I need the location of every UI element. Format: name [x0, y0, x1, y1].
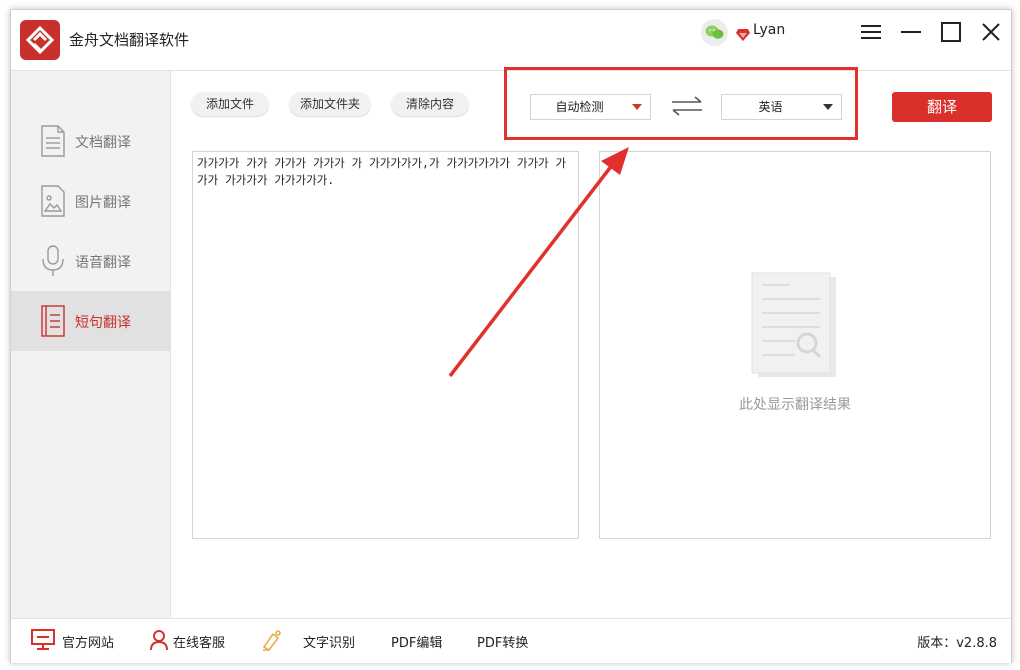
monitor-icon [31, 629, 55, 655]
translate-button[interactable]: 翻译 [892, 92, 992, 122]
footer-bar: 官方网站 在线客服 文字识别 PDF编辑 PDF转换 版本：v2.8.8 [11, 618, 1011, 663]
sidebar-item-label: 图片翻译 [75, 195, 131, 211]
short-text-icon [39, 305, 67, 337]
app-window: 金舟文档翻译软件 Lyan 文档翻译 图片翻译 语音翻译 短句翻译 添加文件 添… [10, 9, 1012, 663]
sidebar-item-voice[interactable]: 语音翻译 [11, 231, 170, 291]
source-text-input[interactable]: 가가가가 가가 가가가 가가가 가 가가가가가,가 가가가가가가 가가가 가가가… [192, 151, 579, 539]
sidebar-item-short-sentence[interactable]: 短句翻译 [11, 291, 170, 351]
source-text: 가가가가 가가 가가가 가가가 가 가가가가가,가 가가가가가가 가가가 가가가… [197, 156, 567, 187]
sidebar-item-document[interactable]: 文档翻译 [11, 111, 170, 171]
sidebar-item-label: 文档翻译 [75, 135, 131, 151]
title-bar: 金舟文档翻译软件 Lyan [11, 10, 1011, 71]
sidebar-item-label: 短句翻译 [75, 315, 131, 331]
ocr-icon [261, 629, 283, 655]
empty-result-document-icon [750, 271, 840, 385]
maximize-icon[interactable] [939, 20, 963, 44]
add-file-button[interactable]: 添加文件 [191, 92, 269, 116]
pdf-edit-link[interactable]: PDF编辑 [391, 632, 442, 651]
add-folder-button[interactable]: 添加文件夹 [289, 92, 371, 116]
result-placeholder: 此处显示翻译结果 [739, 397, 851, 413]
microphone-icon [39, 245, 67, 277]
result-panel: 此处显示翻译结果 [599, 151, 991, 539]
minimize-icon[interactable] [899, 20, 923, 44]
sidebar-item-label: 语音翻译 [75, 255, 131, 271]
username[interactable]: Lyan [753, 22, 785, 38]
close-icon[interactable] [979, 20, 1003, 44]
annotation-highlight-box [504, 67, 858, 140]
image-icon [39, 185, 67, 217]
version-label: 版本：v2.8.8 [917, 636, 997, 651]
sidebar: 文档翻译 图片翻译 语音翻译 短句翻译 [11, 71, 171, 618]
wechat-icon[interactable] [701, 19, 728, 46]
vip-gem-icon [736, 26, 750, 45]
official-site-link[interactable]: 官方网站 [62, 632, 114, 651]
pdf-convert-link[interactable]: PDF转换 [477, 632, 528, 651]
clear-content-button[interactable]: 清除内容 [391, 92, 469, 116]
app-logo-icon [20, 20, 60, 60]
online-support-link[interactable]: 在线客服 [173, 632, 225, 651]
menu-icon[interactable] [859, 20, 883, 44]
support-agent-icon [149, 629, 169, 655]
ocr-link[interactable]: 文字识别 [303, 632, 355, 651]
sidebar-item-image[interactable]: 图片翻译 [11, 171, 170, 231]
document-icon [39, 125, 67, 157]
app-title: 金舟文档翻译软件 [69, 31, 190, 49]
